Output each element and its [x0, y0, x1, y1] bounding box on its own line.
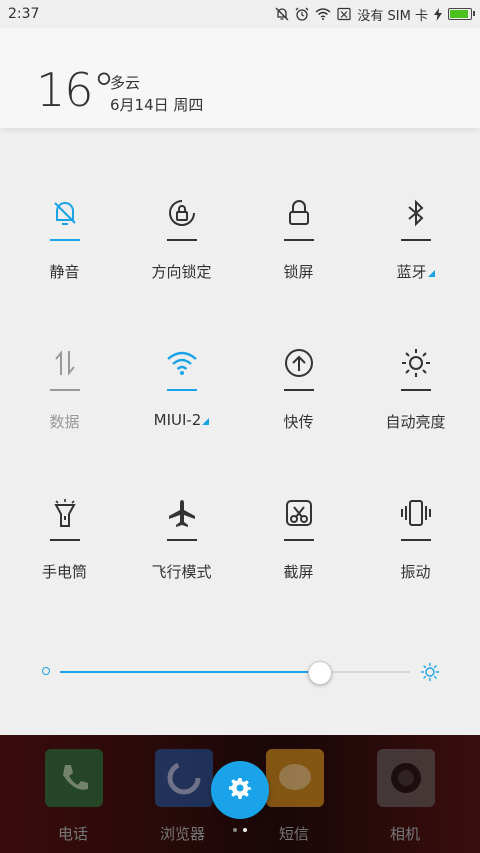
bell-off-icon [47, 195, 83, 231]
charging-icon [434, 7, 442, 21]
toggle-label: 自动亮度 [385, 411, 445, 432]
toggle-indicator-bar [166, 239, 197, 241]
dock-label: 短信 [279, 825, 310, 843]
weather-card[interactable]: 16° 多云 6月14日 周四 [0, 28, 480, 128]
toggle-label-text: 快传 [283, 413, 314, 431]
wifi-icon [164, 345, 200, 381]
toggle-label: MIUI-2 [154, 411, 210, 429]
weather-condition: 多云 [110, 74, 141, 92]
page-indicator [233, 828, 247, 832]
toggle-indicator-bar [400, 539, 431, 541]
toggle-label: 方向锁定 [151, 261, 211, 282]
brightness-track[interactable] [60, 661, 410, 685]
toggle-indicator-bar [400, 389, 431, 391]
toggle-indicator-bar [49, 389, 80, 391]
toggle-label: 蓝牙 [396, 261, 435, 282]
toggle-label: 振动 [400, 561, 430, 582]
toggle-label: 数据 [49, 411, 79, 432]
quick-transfer-icon [281, 345, 317, 381]
toggle-rotation-lock[interactable]: 方向锁定 [123, 195, 240, 345]
toggle-indicator-bar [49, 539, 80, 541]
more-options-icon [427, 270, 435, 277]
lock-icon [281, 195, 317, 231]
toggle-label-text: 静音 [49, 263, 80, 281]
toggle-airplane[interactable]: 飞行模式 [123, 495, 240, 645]
toggle-label: 截屏 [283, 561, 313, 582]
toggle-lock[interactable]: 锁屏 [240, 195, 357, 345]
status-icons: 没有 SIM 卡 [275, 5, 475, 24]
toggle-label: 静音 [49, 261, 79, 282]
toggle-wifi[interactable]: MIUI-2 [123, 345, 240, 495]
toggle-indicator-bar [400, 239, 431, 241]
toggle-label-text: 蓝牙 [396, 263, 427, 281]
toggle-quick-transfer[interactable]: 快传 [240, 345, 357, 495]
dock-label: 相机 [390, 825, 421, 843]
toggle-label-text: 锁屏 [283, 263, 314, 281]
bluetooth-icon [398, 195, 434, 231]
data-icon [47, 345, 83, 381]
toggle-label: 快传 [283, 411, 313, 432]
battery-icon [448, 8, 475, 20]
toggle-indicator-bar [166, 539, 197, 541]
toggle-label-text: 振动 [400, 563, 431, 581]
toggle-label-text: 飞行模式 [151, 563, 212, 581]
toggle-label: 锁屏 [283, 261, 313, 282]
toggle-label-text: 手电筒 [41, 563, 87, 581]
flashlight-icon [47, 495, 83, 531]
toggle-indicator-bar [283, 389, 314, 391]
brightness-low-icon [42, 667, 50, 675]
bell-off-icon [275, 7, 289, 21]
toggle-label-text: 自动亮度 [385, 413, 446, 431]
auto-brightness-icon [398, 345, 434, 381]
rotation-lock-icon [164, 195, 200, 231]
toggle-label: 手电筒 [42, 561, 87, 582]
carrier-text: 没有 SIM 卡 [357, 8, 428, 24]
auto-brightness-icon[interactable] [420, 662, 440, 686]
toggle-indicator-bar [49, 239, 80, 241]
brightness-slider[interactable] [40, 660, 440, 686]
toggle-auto-brightness[interactable]: 自动亮度 [357, 345, 474, 495]
camera-app-icon[interactable] [377, 749, 435, 807]
wifi-icon [315, 8, 331, 20]
status-bar: 2:37 没有 SIM 卡 [0, 0, 480, 28]
more-options-icon [202, 418, 210, 425]
toggle-flashlight[interactable]: 手电筒 [6, 495, 123, 645]
toggle-indicator-bar [283, 239, 314, 241]
toggle-indicator-bar [283, 539, 314, 541]
toggle-data[interactable]: 数据 [6, 345, 123, 495]
browser-app-icon[interactable] [155, 749, 213, 807]
toggle-label: 飞行模式 [151, 561, 211, 582]
toggle-indicator-bar [166, 389, 197, 391]
brightness-fill [60, 671, 319, 673]
toggle-bluetooth[interactable]: 蓝牙 [357, 195, 474, 345]
dock-label: 浏览器 [160, 825, 206, 843]
toggle-bell-off[interactable]: 静音 [6, 195, 123, 345]
toggle-label-text: 方向锁定 [151, 263, 212, 281]
toggle-label-text: 截屏 [283, 563, 314, 581]
toggle-label-text: MIUI-2 [153, 411, 202, 429]
vibrate-icon [398, 495, 434, 531]
status-time: 2:37 [8, 6, 40, 22]
settings-button[interactable] [211, 761, 269, 819]
alarm-icon [295, 7, 309, 21]
no-sim-icon [337, 7, 352, 21]
page-dot-active [243, 828, 247, 832]
toggle-label-text: 数据 [49, 413, 80, 431]
page-dot [233, 828, 237, 832]
weather-temperature: 16° [36, 63, 116, 117]
airplane-icon [164, 495, 200, 531]
gear-icon [229, 777, 251, 803]
toggle-screenshot[interactable]: 截屏 [240, 495, 357, 645]
messages-app-icon[interactable] [266, 749, 324, 807]
quick-toggles: 静音 方向锁定 锁屏 蓝牙数据 MIUI-2 快传 自动亮度手电筒 飞行模式 截屏 振动 [0, 195, 480, 645]
screenshot-icon [281, 495, 317, 531]
weather-date: 6月14日 周四 [110, 96, 204, 114]
battery-level [450, 10, 469, 18]
dock-label: 电话 [58, 825, 89, 843]
toggle-vibrate[interactable]: 振动 [357, 495, 474, 645]
phone-app-icon[interactable] [45, 749, 103, 807]
brightness-thumb[interactable] [308, 661, 332, 685]
